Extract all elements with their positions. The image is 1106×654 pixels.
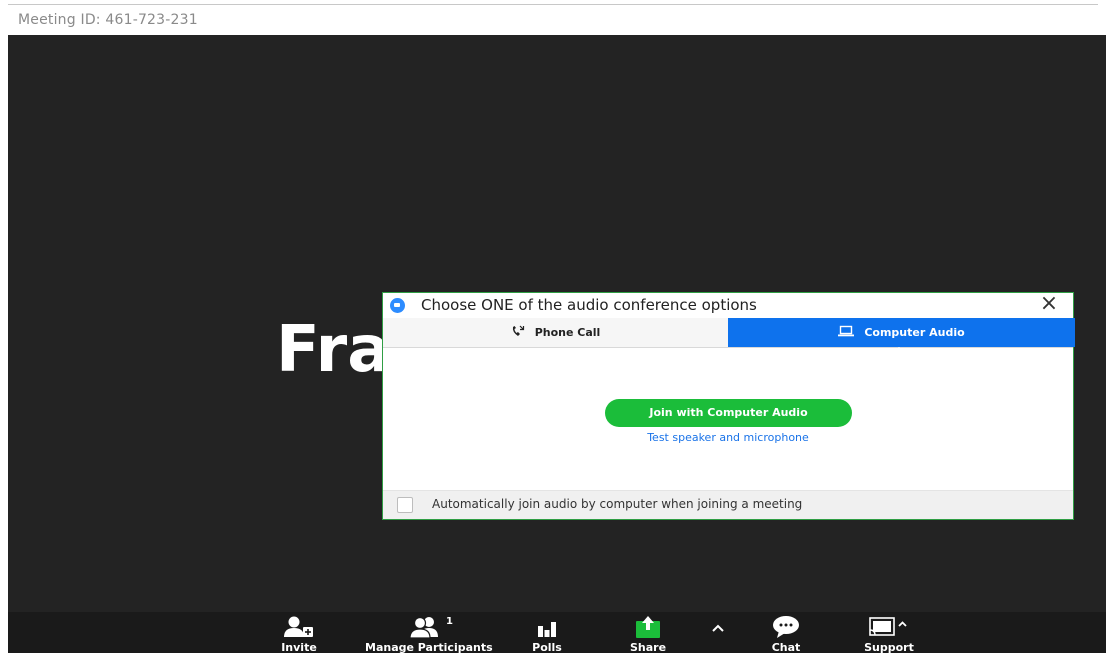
auto-join-checkbox[interactable] bbox=[397, 497, 413, 513]
meeting-toolbar: Invite 1 Manage Participants Polls Share… bbox=[8, 612, 1106, 654]
support-label: Support bbox=[864, 641, 914, 654]
window-titlebar: Meeting ID: 461-723-231 bbox=[0, 0, 1106, 35]
share-label: Share bbox=[629, 641, 667, 654]
share-options-button[interactable] bbox=[708, 612, 728, 653]
tab-phone-call[interactable]: Phone Call bbox=[383, 318, 729, 347]
dialog-footer: Automatically join audio by computer whe… bbox=[383, 490, 1073, 519]
join-computer-audio-button[interactable]: Join with Computer Audio bbox=[605, 399, 852, 427]
meeting-id-label: Meeting ID: 461-723-231 bbox=[18, 12, 198, 28]
polls-label: Polls bbox=[532, 641, 562, 654]
invite-icon bbox=[274, 615, 324, 641]
manage-participants-label: Manage Participants bbox=[365, 641, 493, 654]
invite-button[interactable]: Invite bbox=[274, 612, 324, 654]
chevron-up-icon bbox=[708, 615, 728, 641]
test-speaker-microphone-link[interactable]: Test speaker and microphone bbox=[383, 431, 1073, 444]
share-button[interactable]: Share bbox=[623, 612, 673, 654]
audio-options-dialog: Choose ONE of the audio conference optio… bbox=[382, 292, 1075, 520]
tab-computer-audio-label: Computer Audio bbox=[864, 326, 965, 339]
polls-button[interactable]: Polls bbox=[522, 612, 572, 654]
dialog-title: Choose ONE of the audio conference optio… bbox=[421, 296, 757, 314]
participants-count-badge: 1 bbox=[446, 616, 453, 627]
participants-icon bbox=[385, 615, 465, 641]
chat-icon bbox=[761, 615, 811, 641]
laptop-icon bbox=[838, 319, 855, 348]
phone-icon bbox=[511, 319, 525, 348]
tab-phone-call-label: Phone Call bbox=[534, 326, 601, 339]
selected-tab-indicator bbox=[893, 347, 905, 353]
support-icon bbox=[864, 615, 914, 641]
support-button[interactable]: Support bbox=[864, 612, 914, 654]
manage-participants-button[interactable]: 1 Manage Participants bbox=[365, 612, 493, 654]
chat-button[interactable]: Chat bbox=[761, 612, 811, 654]
close-icon[interactable]: × bbox=[1039, 293, 1059, 315]
audio-tabs: Phone Call Computer Audio bbox=[383, 318, 1075, 353]
share-icon bbox=[623, 615, 673, 641]
zoom-logo-icon bbox=[390, 298, 405, 313]
dialog-titlebar: Choose ONE of the audio conference optio… bbox=[383, 293, 1073, 318]
auto-join-label[interactable]: Automatically join audio by computer whe… bbox=[432, 497, 802, 511]
chat-label: Chat bbox=[771, 641, 801, 654]
invite-label: Invite bbox=[281, 641, 317, 654]
titlebar-divider bbox=[8, 4, 1098, 5]
tab-computer-audio[interactable]: Computer Audio bbox=[728, 318, 1075, 353]
polls-icon bbox=[522, 615, 572, 641]
speaker-name: Fra bbox=[276, 313, 391, 387]
